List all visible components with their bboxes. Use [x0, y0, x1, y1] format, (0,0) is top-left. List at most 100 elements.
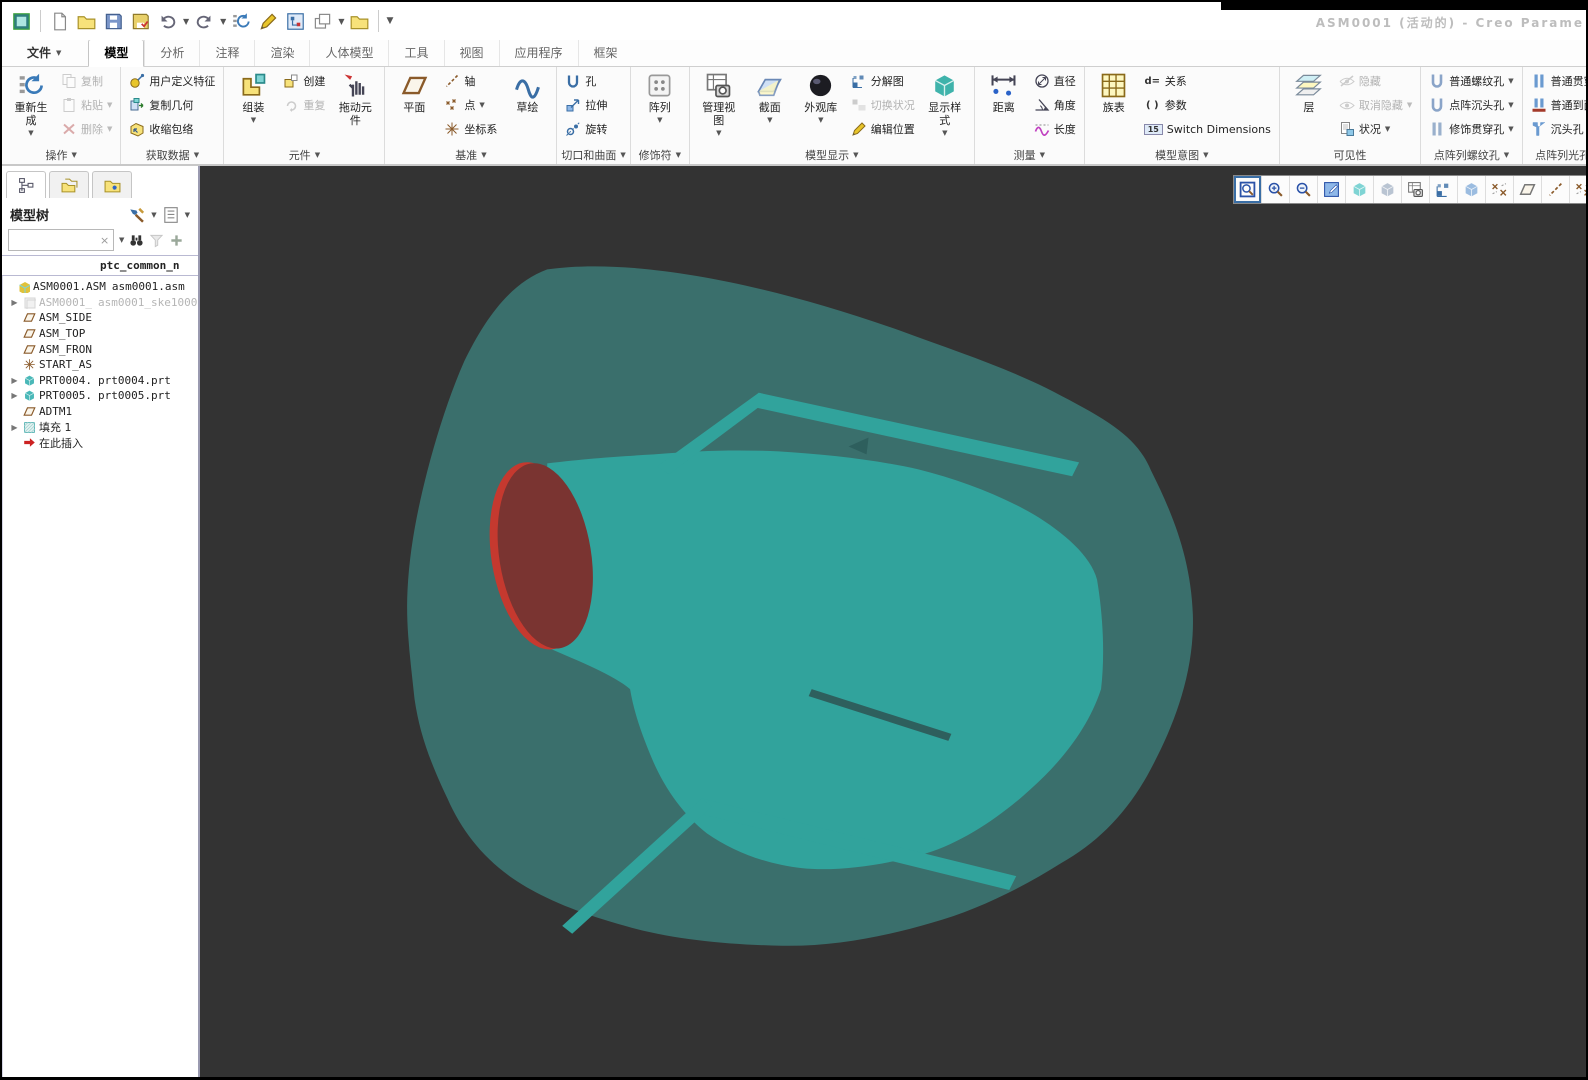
sketch-button[interactable]: 草绘 — [503, 69, 551, 114]
layers-button[interactable]: 层 — [1285, 69, 1333, 114]
tree-row-asm-side[interactable]: ASM_SIDE — [3, 310, 198, 326]
countersink-hole-button[interactable]: 沉头孔▼ — [1528, 117, 1586, 141]
regenerate-manager-button[interactable] — [228, 8, 255, 35]
tab-tools[interactable]: 工具 — [388, 40, 443, 66]
delete-button[interactable]: 删除▼ — [58, 117, 115, 141]
hide-button[interactable]: 隐藏 — [1336, 69, 1415, 93]
expander-icon[interactable]: ▶ — [9, 298, 20, 307]
datum-axis-button[interactable]: 轴 — [441, 69, 500, 93]
hole-button[interactable]: 孔 — [562, 69, 610, 93]
display-style-button[interactable]: 显示样式▼ — [921, 69, 969, 140]
annotation-display-button[interactable] — [1514, 176, 1542, 203]
length-button[interactable]: 长度 — [1031, 117, 1079, 141]
saved-orientations-button[interactable] — [1374, 176, 1402, 203]
pattern-csink-hole-button[interactable]: 点阵沉头孔▼ — [1426, 93, 1516, 117]
tab-model-tree[interactable] — [6, 171, 46, 198]
create-component-button[interactable]: 创建 — [280, 69, 328, 93]
tab-favorites[interactable] — [92, 171, 132, 198]
assemble-button[interactable]: 组装▼ — [229, 69, 277, 127]
revolve-button[interactable]: 旋转 — [562, 117, 610, 141]
file-menu-button[interactable]: 文件▼ — [12, 40, 76, 66]
std-threaded-hole-button[interactable]: 普通螺纹孔▼ — [1426, 69, 1516, 93]
extrude-button[interactable]: 拉伸 — [562, 93, 610, 117]
datum-display-filters-button[interactable] — [1486, 176, 1514, 203]
parameters-button[interactable]: ( )参数 — [1141, 93, 1274, 117]
tab-manikin[interactable]: 人体模型 — [309, 40, 388, 66]
group-label-pattern-plain[interactable]: 点阵列光孔 — [1523, 145, 1586, 164]
filter-icon[interactable] — [149, 233, 164, 248]
group-label-operations[interactable]: 操作▼ — [2, 145, 120, 164]
tree-row-asm-front[interactable]: ASM_FRON — [3, 341, 198, 357]
tree-settings-arrow[interactable]: ▼ — [185, 211, 190, 219]
save-status-button[interactable] — [127, 8, 154, 35]
zoom-in-button[interactable] — [1262, 176, 1290, 203]
pattern-button[interactable]: 阵列▼ — [636, 69, 684, 127]
search-dropdown-arrow[interactable]: ▼ — [119, 236, 124, 244]
tab-view[interactable]: 视图 — [444, 40, 499, 66]
tree-row-asm0001[interactable]: ASM0001.ASM asm0001.asm — [3, 279, 198, 295]
shrinkwrap-button[interactable]: 收缩包络 — [126, 117, 218, 141]
group-label-model-intent[interactable]: 模型意图▼ — [1085, 145, 1279, 164]
tab-applications[interactable]: 应用程序 — [499, 40, 578, 66]
axis-display-button[interactable] — [1570, 176, 1586, 203]
tab-analysis[interactable]: 分析 — [144, 40, 199, 66]
cosmetic-thru-hole-button[interactable]: 修饰贯穿孔▼ — [1426, 117, 1516, 141]
tree-column-header[interactable]: ptc_common_n — [2, 255, 198, 276]
datum-point-button[interactable]: 点▼ — [441, 93, 500, 117]
tree-row-start-csys[interactable]: START_AS — [3, 357, 198, 373]
datum-csys-button[interactable]: 坐标系 — [441, 117, 500, 141]
group-label-visibility[interactable]: 可见性 — [1280, 145, 1420, 164]
group-label-pattern-threaded[interactable]: 点阵列螺纹孔▼ — [1421, 145, 1521, 164]
erase-not-displayed-button[interactable] — [255, 8, 282, 35]
tree-row-asm-top[interactable]: ASM_TOP — [3, 326, 198, 342]
to-face-hole-button[interactable]: 普通到面 — [1528, 93, 1586, 117]
relations-button[interactable]: d=关系 — [1141, 69, 1274, 93]
diameter-button[interactable]: 直径 — [1031, 69, 1079, 93]
new-file-button[interactable] — [46, 8, 73, 35]
manage-views-button[interactable]: 管理视图▼ — [695, 69, 743, 140]
copy-geometry-button[interactable]: 复制几何 — [126, 93, 218, 117]
find-icon[interactable] — [129, 233, 144, 248]
section-button[interactable]: 截面▼ — [746, 69, 794, 127]
display-style-toggle[interactable] — [1346, 176, 1374, 203]
group-label-datum[interactable]: 基准▼ — [385, 145, 556, 164]
expander-icon[interactable]: ▶ — [9, 423, 20, 432]
tab-framework[interactable]: 框架 — [578, 40, 633, 66]
family-table-button[interactable]: 族表 — [1090, 69, 1138, 114]
app-window-icon[interactable] — [8, 8, 35, 35]
status-button[interactable]: 状况▼ — [1336, 117, 1415, 141]
plain-thru-hole-button[interactable]: 普通贯穿 — [1528, 69, 1586, 93]
copy-button[interactable]: 复制 — [58, 69, 115, 93]
window-cascade-button[interactable] — [309, 8, 336, 35]
unhide-button[interactable]: 取消隐藏▼ — [1336, 93, 1415, 117]
zoom-out-button[interactable] — [1290, 176, 1318, 203]
open-session-button[interactable] — [346, 8, 373, 35]
distance-button[interactable]: 距离 — [980, 69, 1028, 114]
3d-model-canvas[interactable] — [200, 166, 1586, 1077]
windows-dropdown-arrow[interactable]: ▼ — [338, 17, 344, 26]
save-button[interactable] — [100, 8, 127, 35]
group-label-get-data[interactable]: 获取数据▼ — [121, 145, 223, 164]
tab-folder-browser[interactable] — [49, 171, 89, 198]
group-label-modifiers[interactable]: 修饰符▼ — [631, 145, 689, 164]
group-label-model-display[interactable]: 模型显示▼ — [690, 145, 974, 164]
group-label-measure[interactable]: 测量▼ — [975, 145, 1084, 164]
tree-row-fill-1[interactable]: ▶ 填充 1 — [3, 419, 198, 435]
datum-plane-button[interactable]: 平面 — [390, 69, 438, 114]
plane-display-button[interactable] — [1542, 176, 1570, 203]
tree-settings-icon[interactable] — [162, 206, 180, 224]
switch-dimensions-button[interactable]: 15Switch Dimensions — [1141, 117, 1274, 141]
tree-row-skeleton[interactable]: ▶ ASM0001_ asm0001_ske1000 — [3, 295, 198, 311]
group-label-component[interactable]: 元件▼ — [224, 145, 384, 164]
open-file-button[interactable] — [73, 8, 100, 35]
udf-button[interactable]: 用户定义特征 — [126, 69, 218, 93]
undo-button[interactable] — [154, 8, 181, 35]
regenerate-button[interactable]: 重新生成▼ — [7, 69, 55, 140]
repaint-button[interactable] — [1318, 176, 1346, 203]
redo-dropdown-arrow[interactable]: ▼ — [220, 17, 226, 26]
redo-button[interactable] — [191, 8, 218, 35]
exploded-view-toggle[interactable] — [1430, 176, 1458, 203]
tree-tools-icon[interactable] — [128, 206, 146, 224]
section-view-button[interactable] — [1458, 176, 1486, 203]
appearance-gallery-button[interactable]: 外观库▼ — [797, 69, 845, 127]
